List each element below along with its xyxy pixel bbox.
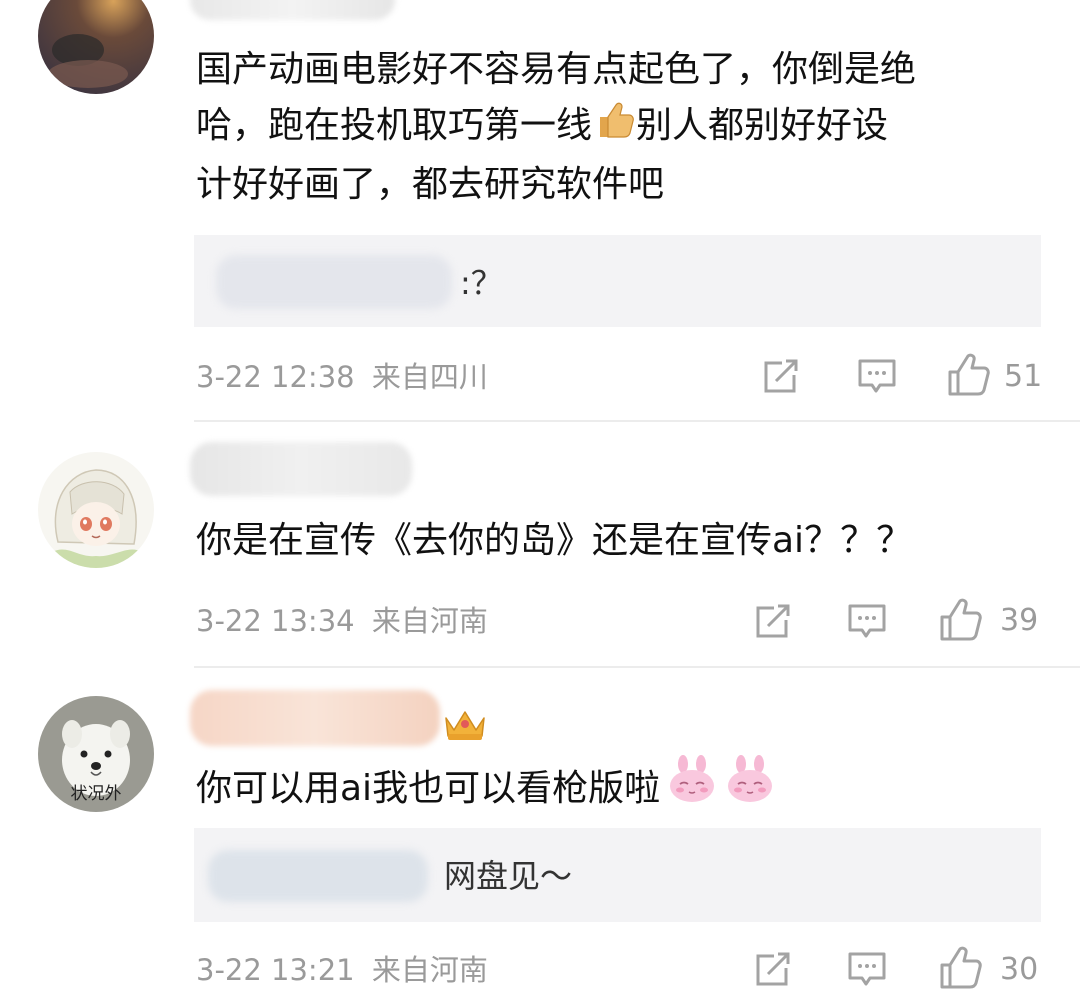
comment-item: 你是在宣传《去你的岛》还是在宣传ai？？？ 3-22 13:34 来自河南 39: [0, 422, 1080, 668]
avatar[interactable]: [38, 452, 154, 568]
comment-item: 国产动画电影好不容易有点起色了，你倒是绝 哈，跑在投机取巧第一线 别人都别好好设…: [0, 0, 1080, 420]
thumbs-up-icon[interactable]: [938, 597, 984, 643]
comment-icon[interactable]: [856, 357, 898, 397]
like-count: 39: [1000, 603, 1039, 638]
share-icon[interactable]: [760, 357, 802, 397]
username-blurred[interactable]: [190, 690, 440, 746]
comment-meta: 3-22 12:38 来自四川: [196, 359, 488, 395]
location: 来自四川: [371, 360, 488, 394]
timestamp: 3-22 12:38: [196, 360, 355, 394]
timestamp: 3-22 13:21: [196, 953, 355, 987]
avatar[interactable]: [38, 0, 154, 94]
thumbs-up-emoji-icon: [592, 97, 636, 157]
comment-icon[interactable]: [846, 602, 888, 642]
pink-bunny-emoji-icon: [666, 754, 718, 820]
pink-bunny-emoji-icon: [724, 754, 776, 820]
like-count: 30: [1000, 952, 1039, 987]
location: 来自河南: [371, 604, 488, 638]
share-icon[interactable]: [752, 950, 794, 990]
timestamp: 3-22 13:34: [196, 604, 355, 638]
reply-text: :？: [460, 264, 503, 302]
share-icon[interactable]: [752, 602, 794, 642]
reply-username-blurred: [208, 850, 428, 902]
comment-item: 状况外 你可以用ai我也可以看枪版啦 网盘见～ 3-22 13:21 来自河南 …: [0, 668, 1080, 997]
username-blurred[interactable]: [190, 442, 412, 496]
reply-box[interactable]: :？: [194, 235, 1041, 327]
avatar-caption: 状况外: [70, 784, 122, 804]
reply-text: 网盘见～: [444, 857, 573, 895]
comment-meta: 3-22 13:21 来自河南: [196, 952, 488, 988]
username-blurred[interactable]: [190, 0, 395, 20]
thumbs-up-icon[interactable]: [946, 352, 992, 398]
comment-text: 你可以用ai我也可以看枪版啦: [196, 754, 776, 820]
comment-text: 国产动画电影好不容易有点起色了，你倒是绝 哈，跑在投机取巧第一线 别人都别好好设…: [196, 49, 917, 205]
comment-icon[interactable]: [846, 950, 888, 990]
crown-badge-icon: [440, 704, 490, 748]
reply-box[interactable]: 网盘见～: [194, 828, 1041, 922]
comment-meta: 3-22 13:34 来自河南: [196, 603, 488, 639]
location: 来自河南: [371, 953, 488, 987]
like-count: 51: [1004, 359, 1043, 394]
avatar[interactable]: 状况外: [38, 696, 154, 812]
thumbs-up-icon[interactable]: [938, 945, 984, 991]
comment-text: 你是在宣传《去你的岛》还是在宣传ai？？？: [196, 520, 913, 561]
reply-username-blurred: [216, 255, 452, 309]
